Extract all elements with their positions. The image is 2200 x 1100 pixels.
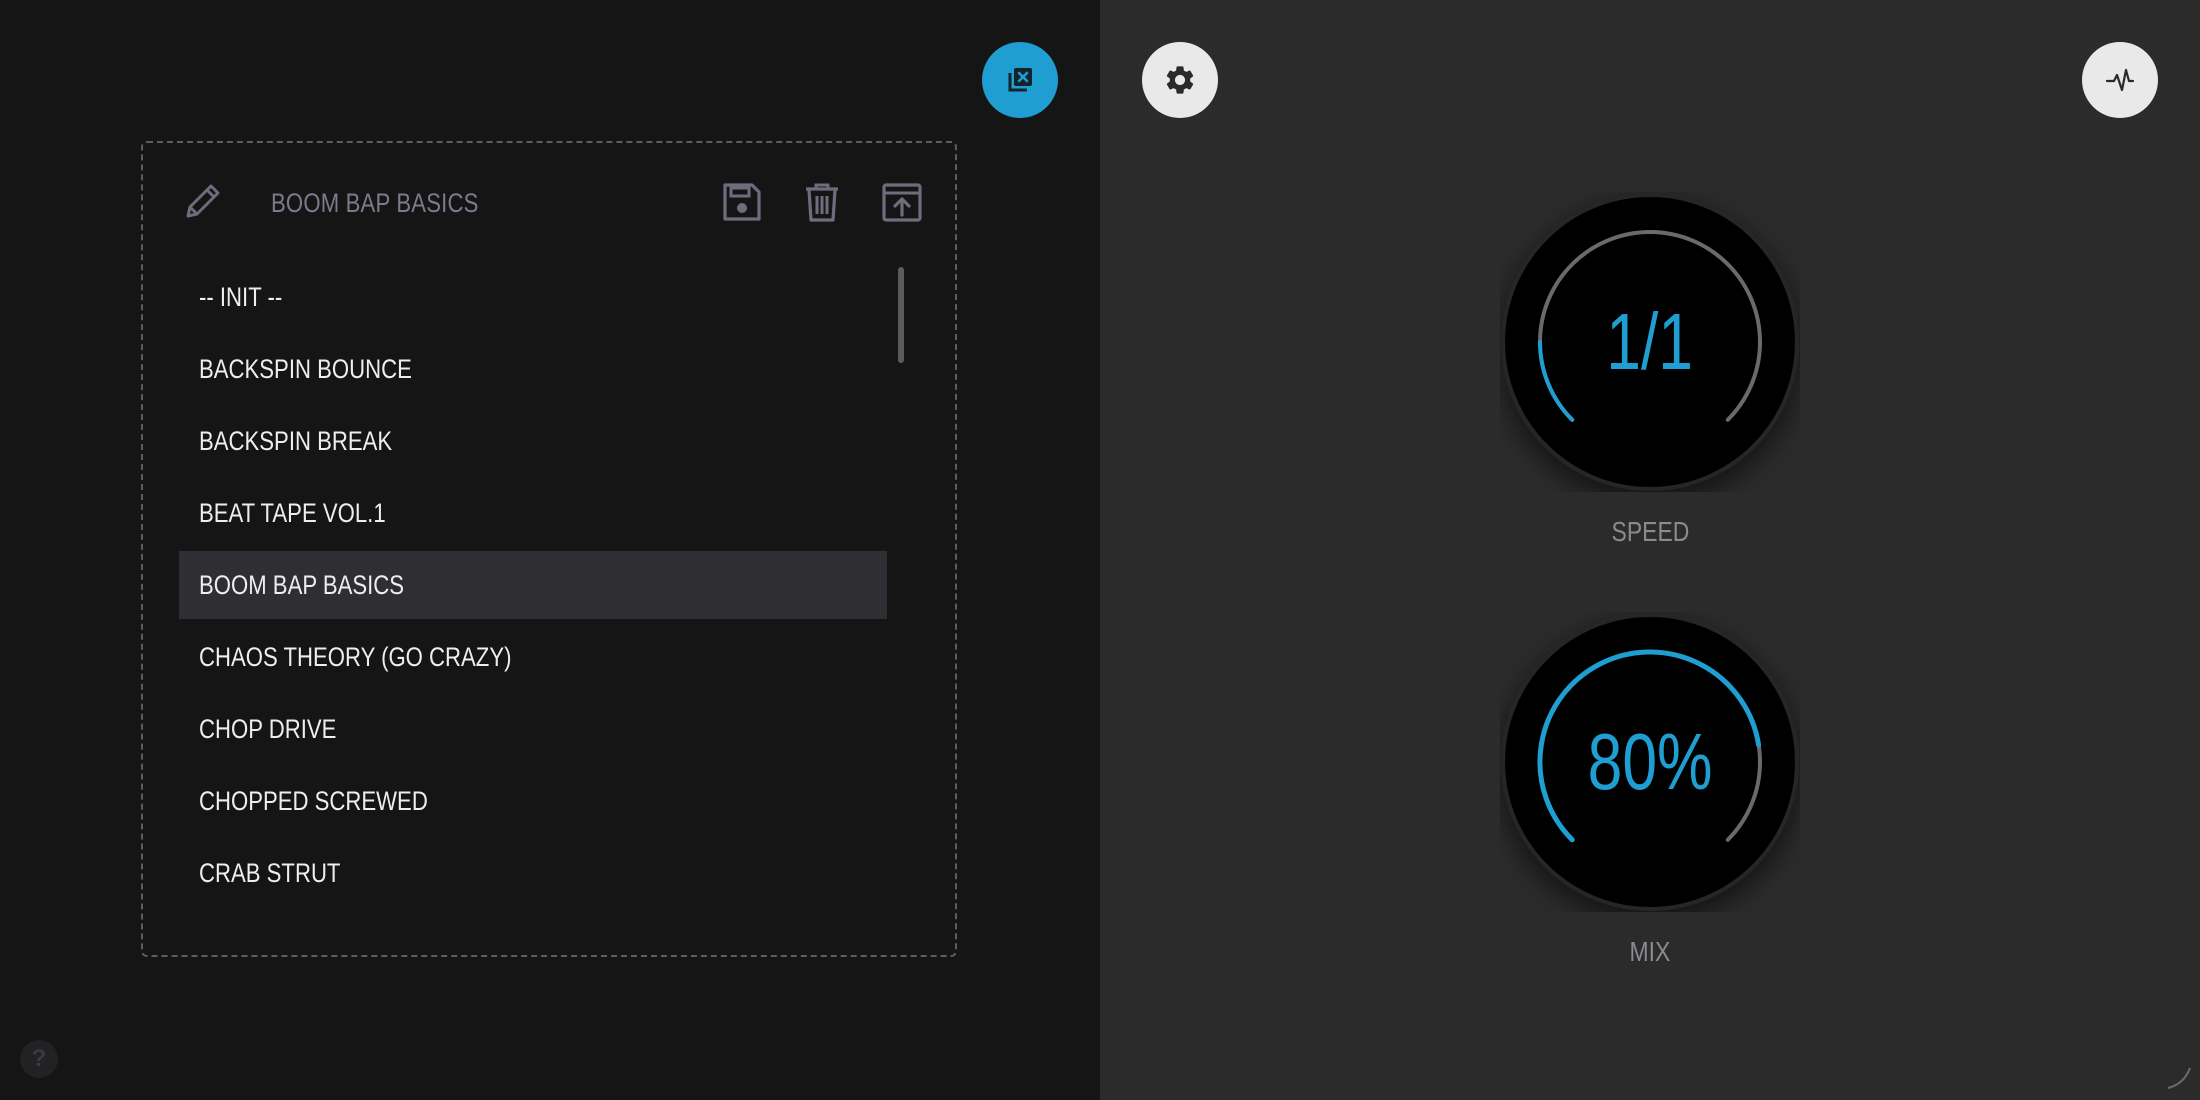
speed-label: SPEED	[1611, 516, 1689, 547]
trash-icon	[806, 183, 838, 222]
preset-list-item[interactable]: CRAB STRUT	[179, 839, 887, 907]
close-preset-browser-button[interactable]	[982, 42, 1058, 118]
gear-icon	[1166, 66, 1194, 94]
preset-list-item[interactable]: BACKSPIN BOUNCE	[179, 335, 887, 403]
delete-preset-button[interactable]	[797, 177, 847, 227]
resize-handle-icon[interactable]	[2164, 1062, 2194, 1092]
controls-pane	[1100, 0, 2200, 1100]
preset-list-item[interactable]: BACKSPIN BREAK	[179, 407, 887, 475]
preset-panel: BOOM BAP BASICS -- INIT -- BACKSPIN BOUN…	[141, 141, 957, 957]
settings-button[interactable]	[1142, 42, 1218, 118]
mix-knob-value: 80%	[1587, 717, 1713, 806]
preset-list[interactable]: -- INIT -- BACKSPIN BOUNCE BACKSPIN BREA…	[179, 263, 887, 923]
analyzer-button[interactable]	[2082, 42, 2158, 118]
speed-knob[interactable]: 1/1	[1500, 192, 1800, 492]
preset-list-item[interactable]: BEAT TAPE VOL.1	[179, 479, 887, 547]
pulse-icon	[2105, 68, 2135, 92]
current-preset-name[interactable]: BOOM BAP BASICS	[271, 183, 479, 223]
mix-knob[interactable]: 80%	[1500, 612, 1800, 912]
preset-panel-header: BOOM BAP BASICS	[143, 143, 955, 263]
help-button[interactable]: ?	[20, 1040, 58, 1078]
mix-label: MIX	[1629, 936, 1671, 967]
preset-list-item[interactable]: CHAOS THEORY (GO CRAZY)	[179, 623, 887, 691]
preset-list-item[interactable]: CHOPPED SCREWED	[179, 767, 887, 835]
help-icon: ?	[31, 1045, 47, 1072]
speed-knob-value: 1/1	[1606, 297, 1694, 386]
export-preset-button[interactable]	[877, 177, 927, 227]
preset-list-item[interactable]: CHOP DRIVE	[179, 695, 887, 763]
preset-list-scrollbar[interactable]	[898, 267, 904, 363]
save-preset-button[interactable]	[717, 177, 767, 227]
preset-list-item[interactable]: -- INIT --	[179, 263, 887, 331]
close-library-icon	[1008, 68, 1032, 92]
floppy-disk-icon	[723, 183, 761, 221]
pencil-icon	[186, 184, 220, 218]
rename-preset-button[interactable]	[179, 177, 227, 225]
preset-list-item-selected[interactable]: BOOM BAP BASICS	[179, 551, 887, 619]
export-icon	[882, 183, 922, 222]
